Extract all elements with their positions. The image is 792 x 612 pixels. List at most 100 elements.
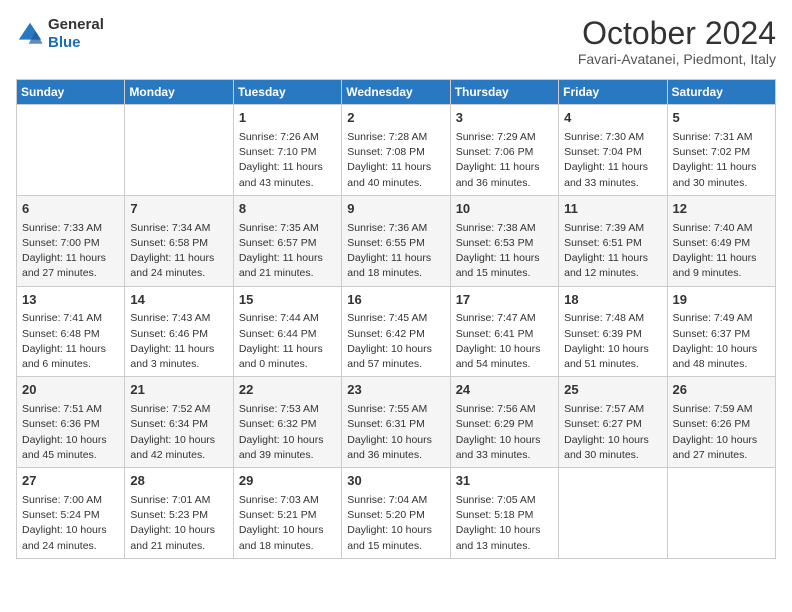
day-info: Sunrise: 7:04 AM Sunset: 5:20 PM Dayligh… [347,493,444,554]
calendar-cell: 20 Sunrise: 7:51 AM Sunset: 6:36 PM Dayli… [17,377,125,468]
day-info: Sunrise: 7:28 AM Sunset: 7:08 PM Dayligh… [347,130,444,191]
calendar-cell: 31 Sunrise: 7:05 AM Sunset: 5:18 PM Dayli… [450,468,558,559]
day-number: 23 [347,381,444,400]
day-info: Sunrise: 7:26 AM Sunset: 7:10 PM Dayligh… [239,130,336,191]
calendar-cell [559,468,667,559]
day-info: Sunrise: 7:40 AM Sunset: 6:49 PM Dayligh… [673,221,770,282]
day-number: 20 [22,381,119,400]
calendar-cell: 12 Sunrise: 7:40 AM Sunset: 6:49 PM Dayli… [667,195,775,286]
day-info: Sunrise: 7:41 AM Sunset: 6:48 PM Dayligh… [22,311,119,372]
day-info: Sunrise: 7:48 AM Sunset: 6:39 PM Dayligh… [564,311,661,372]
calendar-cell [667,468,775,559]
title-block: October 2024 Favari-Avatanei, Piedmont, … [578,16,776,67]
calendar-week-row: 27Sunrise: 7:00 AM Sunset: 5:24 PM Dayli… [17,468,776,559]
day-info: Sunrise: 7:38 AM Sunset: 6:53 PM Dayligh… [456,221,553,282]
day-info: Sunrise: 7:05 AM Sunset: 5:18 PM Dayligh… [456,493,553,554]
day-info: Sunrise: 7:47 AM Sunset: 6:41 PM Dayligh… [456,311,553,372]
day-info: Sunrise: 7:59 AM Sunset: 6:26 PM Dayligh… [673,402,770,463]
day-number: 24 [456,381,553,400]
day-info: Sunrise: 7:44 AM Sunset: 6:44 PM Dayligh… [239,311,336,372]
calendar-cell: 10 Sunrise: 7:38 AM Sunset: 6:53 PM Dayli… [450,195,558,286]
calendar-cell: 13Sunrise: 7:41 AM Sunset: 6:48 PM Dayli… [17,286,125,377]
weekday-header: Wednesday [342,80,450,105]
weekday-header: Saturday [667,80,775,105]
day-number: 26 [673,381,770,400]
calendar-cell: 7 Sunrise: 7:34 AM Sunset: 6:58 PM Daylig… [125,195,233,286]
calendar-cell: 29Sunrise: 7:03 AM Sunset: 5:21 PM Dayli… [233,468,341,559]
calendar-table: SundayMondayTuesdayWednesdayThursdayFrid… [16,79,776,559]
day-number: 4 [564,109,661,128]
weekday-header: Monday [125,80,233,105]
day-info: Sunrise: 7:43 AM Sunset: 6:46 PM Dayligh… [130,311,227,372]
calendar-cell: 26 Sunrise: 7:59 AM Sunset: 6:26 PM Dayli… [667,377,775,468]
day-info: Sunrise: 7:39 AM Sunset: 6:51 PM Dayligh… [564,221,661,282]
day-number: 22 [239,381,336,400]
calendar-cell: 9 Sunrise: 7:36 AM Sunset: 6:55 PM Daylig… [342,195,450,286]
weekday-header: Sunday [17,80,125,105]
logo-text: General Blue [48,16,104,52]
calendar-cell [17,105,125,196]
day-number: 12 [673,200,770,219]
day-number: 6 [22,200,119,219]
day-number: 9 [347,200,444,219]
calendar-cell: 5 Sunrise: 7:31 AM Sunset: 7:02 PM Daylig… [667,105,775,196]
day-number: 18 [564,291,661,310]
calendar-cell: 3Sunrise: 7:29 AM Sunset: 7:06 PM Daylig… [450,105,558,196]
day-number: 13 [22,291,119,310]
calendar-cell: 17Sunrise: 7:47 AM Sunset: 6:41 PM Dayli… [450,286,558,377]
day-info: Sunrise: 7:34 AM Sunset: 6:58 PM Dayligh… [130,221,227,282]
day-info: Sunrise: 7:36 AM Sunset: 6:55 PM Dayligh… [347,221,444,282]
day-info: Sunrise: 7:51 AM Sunset: 6:36 PM Dayligh… [22,402,119,463]
day-number: 14 [130,291,227,310]
day-number: 15 [239,291,336,310]
calendar-cell: 18Sunrise: 7:48 AM Sunset: 6:39 PM Dayli… [559,286,667,377]
day-info: Sunrise: 7:31 AM Sunset: 7:02 PM Dayligh… [673,130,770,191]
calendar-cell: 28Sunrise: 7:01 AM Sunset: 5:23 PM Dayli… [125,468,233,559]
logo-icon [16,20,44,48]
day-info: Sunrise: 7:01 AM Sunset: 5:23 PM Dayligh… [130,493,227,554]
calendar-cell: 16Sunrise: 7:45 AM Sunset: 6:42 PM Dayli… [342,286,450,377]
day-number: 17 [456,291,553,310]
day-number: 25 [564,381,661,400]
day-info: Sunrise: 7:29 AM Sunset: 7:06 PM Dayligh… [456,130,553,191]
day-number: 16 [347,291,444,310]
day-number: 7 [130,200,227,219]
month-title: October 2024 [578,16,776,51]
calendar-cell [125,105,233,196]
calendar-cell: 27Sunrise: 7:00 AM Sunset: 5:24 PM Dayli… [17,468,125,559]
weekday-header: Friday [559,80,667,105]
calendar-cell: 24 Sunrise: 7:56 AM Sunset: 6:29 PM Dayli… [450,377,558,468]
calendar-cell: 15Sunrise: 7:44 AM Sunset: 6:44 PM Dayli… [233,286,341,377]
calendar-cell: 4Sunrise: 7:30 AM Sunset: 7:04 PM Daylig… [559,105,667,196]
logo: General Blue [16,16,104,52]
calendar-cell: 2 Sunrise: 7:28 AM Sunset: 7:08 PM Daylig… [342,105,450,196]
day-number: 2 [347,109,444,128]
day-number: 10 [456,200,553,219]
calendar-cell: 21 Sunrise: 7:52 AM Sunset: 6:34 PM Dayli… [125,377,233,468]
calendar-cell: 11 Sunrise: 7:39 AM Sunset: 6:51 PM Dayli… [559,195,667,286]
day-info: Sunrise: 7:55 AM Sunset: 6:31 PM Dayligh… [347,402,444,463]
calendar-cell: 22Sunrise: 7:53 AM Sunset: 6:32 PM Dayli… [233,377,341,468]
page-header: General Blue October 2024 Favari-Avatane… [16,16,776,67]
calendar-cell: 6 Sunrise: 7:33 AM Sunset: 7:00 PM Daylig… [17,195,125,286]
day-number: 31 [456,472,553,491]
day-number: 19 [673,291,770,310]
day-info: Sunrise: 7:52 AM Sunset: 6:34 PM Dayligh… [130,402,227,463]
day-number: 29 [239,472,336,491]
day-number: 5 [673,109,770,128]
day-number: 11 [564,200,661,219]
day-info: Sunrise: 7:00 AM Sunset: 5:24 PM Dayligh… [22,493,119,554]
day-number: 8 [239,200,336,219]
calendar-week-row: 6 Sunrise: 7:33 AM Sunset: 7:00 PM Daylig… [17,195,776,286]
weekday-header: Thursday [450,80,558,105]
calendar-cell: 25 Sunrise: 7:57 AM Sunset: 6:27 PM Dayli… [559,377,667,468]
day-number: 21 [130,381,227,400]
calendar-cell: 30Sunrise: 7:04 AM Sunset: 5:20 PM Dayli… [342,468,450,559]
location: Favari-Avatanei, Piedmont, Italy [578,51,776,67]
day-info: Sunrise: 7:33 AM Sunset: 7:00 PM Dayligh… [22,221,119,282]
calendar-cell: 19Sunrise: 7:49 AM Sunset: 6:37 PM Dayli… [667,286,775,377]
calendar-cell: 14Sunrise: 7:43 AM Sunset: 6:46 PM Dayli… [125,286,233,377]
day-info: Sunrise: 7:56 AM Sunset: 6:29 PM Dayligh… [456,402,553,463]
weekday-header: Tuesday [233,80,341,105]
day-info: Sunrise: 7:57 AM Sunset: 6:27 PM Dayligh… [564,402,661,463]
